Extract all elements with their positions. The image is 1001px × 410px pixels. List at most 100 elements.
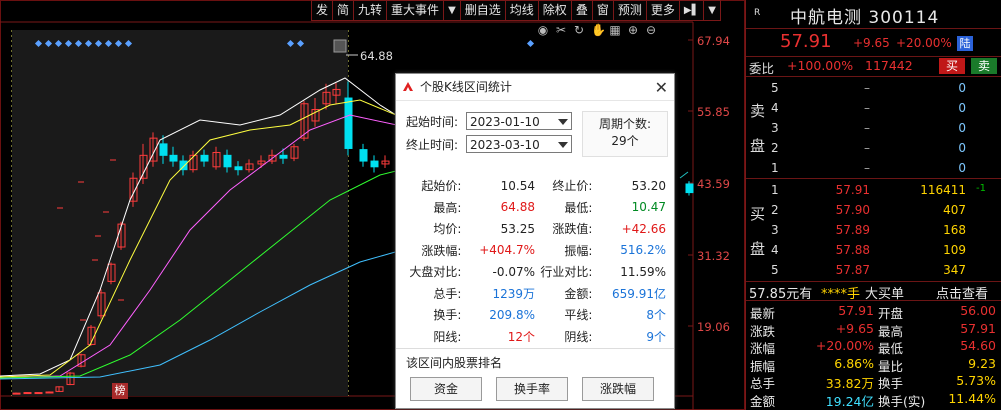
toolbar-btn-remove-watchlist[interactable]: 删自选 — [459, 0, 506, 21]
stat-label: 均价: — [433, 222, 462, 237]
toolbar-btn-overlay[interactable]: 叠 — [570, 0, 593, 21]
quote-value: 5.73% — [956, 373, 996, 388]
toolbar-dropdown-icon[interactable]: ▼ — [443, 0, 461, 21]
stats-row: 阳线: 12个 阴线: 9个 — [404, 326, 666, 348]
close-icon[interactable]: ✕ — [655, 75, 668, 101]
quote-label: 涨跌 — [750, 323, 776, 339]
rank-by-capital-button[interactable]: 资金 — [410, 377, 482, 401]
refresh-icon[interactable]: ↻ — [573, 23, 585, 37]
period-count-box: 周期个数: 29个 — [582, 111, 668, 157]
buys-level-row[interactable]: 2 57.90 407 — [768, 200, 1000, 220]
quote-value: 56.00 — [960, 303, 996, 318]
interval-stats-dialog: 个股K线区间统计 ✕ 起始时间: 2023-01-10 终止时间: 2023-0… — [395, 73, 675, 409]
end-time-select[interactable]: 2023-03-10 — [466, 135, 572, 153]
price-row: 57.91 +9.65 +20.00% 陆 — [746, 31, 1001, 55]
stats-row: 换手: 209.8% 平线: 8个 — [404, 304, 666, 326]
dialog-titlebar[interactable]: 个股K线区间统计 ✕ — [396, 74, 674, 101]
buys-level-row[interactable]: 3 57.89 168 — [768, 220, 1000, 240]
app-logo-icon — [403, 82, 413, 91]
r-mark: R — [754, 8, 761, 18]
toolbar-btn-moving-average[interactable]: 均线 — [504, 0, 539, 21]
hand-icon[interactable]: ✋ — [591, 23, 606, 37]
level-number: 4 — [771, 243, 779, 257]
start-time-select[interactable]: 2023-01-10 — [466, 112, 572, 130]
selection-region — [12, 30, 348, 396]
divider — [396, 348, 674, 349]
quote-label: 量比 — [878, 358, 904, 374]
buy-button[interactable]: 买 — [939, 58, 965, 74]
quote-label: 换手 — [878, 376, 904, 391]
divider — [746, 76, 1001, 77]
start-time-row: 起始时间: 2023-01-10 — [406, 112, 572, 130]
big-order-summary[interactable]: 57.85元有 ****手 大买单 点击查看 — [749, 283, 1001, 302]
ranking-badge[interactable]: 榜 — [112, 383, 128, 399]
level-price: 57.90 — [835, 203, 870, 217]
buys-level-row[interactable]: 1 57.91 116411 -1 — [768, 180, 1000, 200]
quote-label: 开盘 — [878, 306, 904, 321]
sells-level-row[interactable]: 3 – 0 — [768, 118, 1000, 138]
stat-value: 659.91亿 — [612, 286, 666, 301]
rank-by-turnover-button[interactable]: 换手率 — [496, 377, 568, 401]
rank-by-change-button[interactable]: 涨跌幅 — [582, 377, 654, 401]
quote-row: 涨跌 +9.65 最高 57.91 — [750, 320, 1000, 339]
start-time-label: 起始时间: — [406, 114, 459, 129]
level-volume: 0 — [958, 121, 966, 135]
stat-value: 53.20 — [631, 178, 666, 193]
toolbar-nav-icon[interactable]: ▶▌ — [678, 0, 705, 21]
divider — [746, 56, 1001, 57]
candle-body — [34, 392, 43, 395]
quote-panel: R 中航电测 300114 57.91 +9.65 +20.00% 陆 委比 +… — [745, 0, 1001, 410]
rank-buttons: 资金 换手率 涨跌幅 — [410, 377, 654, 401]
quote-label: 振幅 — [750, 358, 776, 374]
zoom-in-icon[interactable]: ⊕ — [627, 23, 639, 37]
stat-label: 振幅: — [564, 243, 593, 258]
y-axis-label: 31.32 — [697, 249, 730, 263]
divider — [746, 300, 1001, 301]
toolbar-btn-major-events[interactable]: 重大事件 — [386, 0, 445, 21]
connect-badge: 陆 — [957, 36, 973, 51]
level-price: 57.89 — [835, 223, 870, 237]
level-number: 5 — [771, 263, 779, 277]
quote-label: 最新 — [750, 306, 776, 321]
sell-side-label: 卖 — [750, 102, 766, 120]
zoom-out-icon[interactable]: ⊖ — [645, 23, 657, 37]
toolbar-btn-ex-rights[interactable]: 除权 — [537, 0, 572, 21]
scissors-icon[interactable]: ✂ — [555, 23, 567, 37]
grid-icon[interactable]: ▦ — [609, 23, 621, 37]
toolbar-btn-forecast[interactable]: 预测 — [612, 0, 647, 21]
toolbar-btn-jian[interactable]: 简 — [332, 0, 355, 21]
stat-label: 大盘对比: — [409, 265, 462, 280]
level-price: – — [864, 81, 870, 95]
divider — [746, 28, 1001, 29]
quote-row: 金额 19.24亿 换手(实) 11.44% — [750, 391, 1000, 409]
toolbar-collapse-icon[interactable]: ▼ — [703, 0, 721, 21]
toolbar-btn-jiuzhuan[interactable]: 九转 — [353, 0, 388, 21]
sells-level-row[interactable]: 2 – 0 — [768, 138, 1000, 158]
y-axis-label: 19.06 — [697, 320, 730, 334]
quote-label: 总手 — [750, 376, 776, 391]
level-volume: 0 — [958, 81, 966, 95]
stat-value: +42.66 — [621, 221, 666, 236]
level-number: 1 — [771, 161, 779, 175]
toolbar-btn-window[interactable]: 窗 — [591, 0, 614, 21]
buys-level-row[interactable]: 5 57.87 347 — [768, 260, 1000, 280]
sells-level-row[interactable]: 5 – 0 — [768, 78, 1000, 98]
toolbar-btn-more[interactable]: 更多 — [645, 0, 680, 21]
sells-level-row[interactable]: 1 – 0 — [768, 158, 1000, 178]
buys-level-row[interactable]: 4 57.88 109 — [768, 240, 1000, 260]
quote-value: 57.91 — [960, 320, 996, 336]
candle-body — [359, 149, 368, 162]
eye-icon[interactable]: ◉ — [537, 23, 549, 37]
stock-name-code[interactable]: 中航电测 300114 — [790, 3, 939, 28]
chevron-down-icon — [558, 119, 568, 125]
toolbar-btn-fa[interactable]: 发 — [311, 0, 334, 21]
stats-row: 均价: 53.25 涨跌值: +42.66 — [404, 218, 666, 240]
quote-value: +20.00% — [815, 338, 874, 353]
sells-level-row[interactable]: 4 – 0 — [768, 98, 1000, 118]
level-volume: 347 — [943, 263, 966, 277]
stat-label: 平线: — [564, 308, 593, 323]
quote-value: 19.24亿 — [825, 393, 874, 409]
price-change: +9.65 — [853, 36, 890, 50]
sell-button[interactable]: 卖 — [971, 58, 997, 74]
stats-table: 起始价: 10.54 终止价: 53.20 最高: 64.88 最低: 10.47 均价: 53.… — [404, 175, 666, 347]
